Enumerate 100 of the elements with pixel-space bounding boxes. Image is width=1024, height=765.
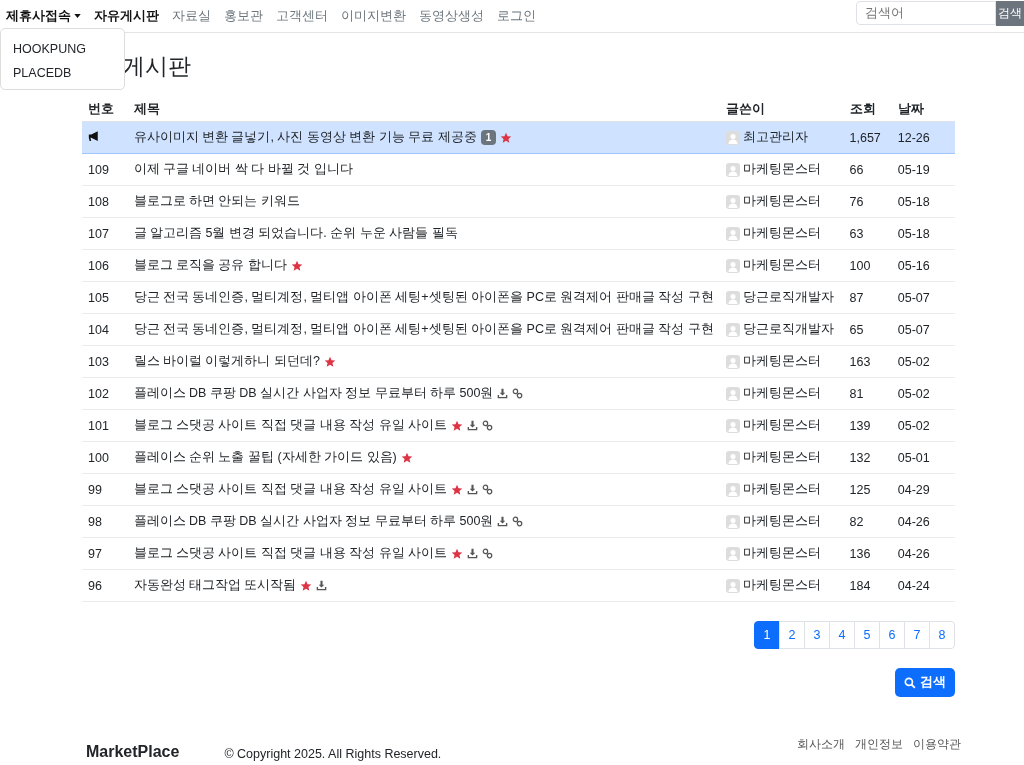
author-name: 당근로직개발자	[742, 289, 834, 306]
view-count: 163	[843, 345, 892, 378]
copyright-text: © Copyright 2025. All Rights Reserved.	[224, 747, 442, 761]
search-button[interactable]: 검색	[895, 668, 955, 697]
post-title[interactable]: 블로그로 하면 안되는 키워드	[133, 193, 300, 210]
column-header: 날짜	[891, 97, 955, 122]
page-link[interactable]: 7	[904, 621, 930, 649]
page-link[interactable]: 8	[929, 621, 955, 649]
author-name: 마케팅몬스터	[742, 417, 821, 434]
footer-link[interactable]: 회사소개	[797, 736, 845, 753]
post-number: 101	[88, 418, 109, 433]
column-header: 글쓴이	[719, 97, 844, 122]
avatar-icon	[725, 194, 740, 209]
avatar-icon	[725, 290, 740, 305]
author-name: 마케팅몬스터	[742, 545, 821, 562]
view-count: 63	[843, 217, 892, 250]
post-title[interactable]: 당근 전국 동네인증, 멀티계정, 멀티앱 아이폰 세팅+셋팅된 아이폰을 PC로 원격제어 판매글 작성 구현	[133, 321, 714, 338]
post-date: 04-24	[891, 569, 955, 602]
search-button[interactable]: 검색	[996, 0, 1024, 26]
column-header: 제목	[127, 97, 720, 122]
dropdown-item[interactable]: HOOKPUNG	[1, 37, 124, 61]
page-link[interactable]: 2	[779, 621, 805, 649]
author-name: 당근로직개발자	[742, 321, 834, 338]
nav-link[interactable]: 자료실	[172, 7, 211, 25]
nav-link[interactable]: 로그인	[497, 7, 536, 25]
dropdown-item[interactable]: PLACEDB	[1, 61, 124, 85]
author-name: 마케팅몬스터	[742, 257, 821, 274]
post-number: 99	[88, 482, 102, 497]
page-link[interactable]: 4	[829, 621, 855, 649]
avatar-icon	[725, 482, 740, 497]
avatar-icon	[725, 322, 740, 337]
post-number: 102	[88, 386, 109, 401]
author-name: 마케팅몬스터	[742, 161, 821, 178]
post-title[interactable]: 블로그 스댓공 사이트 직접 댓글 내용 작성 유일 사이트	[133, 417, 448, 434]
nav-link[interactable]: 이미지변환	[341, 7, 406, 25]
page-link[interactable]: 3	[804, 621, 830, 649]
view-count: 1,657	[843, 121, 892, 154]
footer-link[interactable]: 개인정보	[855, 736, 903, 753]
post-date: 05-01	[891, 441, 955, 474]
post-date: 05-18	[891, 217, 955, 250]
post-title[interactable]: 글 알고리즘 5월 변경 되었습니다. 순위 누운 사람들 필독	[133, 225, 458, 242]
post-title[interactable]: 플레이스 순위 노출 꿀팁 (자세한 가이드 있음)	[133, 449, 397, 466]
page-link[interactable]: 6	[879, 621, 905, 649]
post-title[interactable]: 블로그 로직을 공유 합니다	[133, 257, 287, 274]
post-title[interactable]: 플레이스 DB 쿠팡 DB 실시간 사업자 정보 무료부터 하루 500원	[133, 513, 494, 530]
page-title: 게시판	[122, 52, 192, 81]
post-title[interactable]: 자동완성 태그작업 또시작됨	[133, 577, 297, 594]
avatar-icon	[725, 386, 740, 401]
post-number: 98	[88, 514, 102, 529]
post-number: 96	[88, 578, 102, 593]
author-name: 마케팅몬스터	[742, 481, 821, 498]
post-number: 97	[88, 546, 102, 561]
post-title[interactable]: 당근 전국 동네인증, 멀티계정, 멀티앱 아이폰 세팅+셋팅된 아이폰을 PC로 원격제어 판매글 작성 구현	[133, 289, 714, 306]
post-title[interactable]: 유사이미지 변환 글넣기, 사진 동영상 변환 기능 무료 제공중	[133, 129, 477, 146]
post-date: 05-02	[891, 345, 955, 378]
author-name: 마케팅몬스터	[742, 577, 821, 594]
author-name: 마케팅몬스터	[742, 193, 821, 210]
search-field[interactable]: 검색어	[856, 1, 996, 25]
avatar-icon	[725, 354, 740, 369]
avatar-icon	[725, 546, 740, 561]
page-link[interactable]: 5	[854, 621, 880, 649]
view-count: 125	[843, 473, 892, 506]
nav-link[interactable]: 동영상생성	[419, 7, 484, 25]
view-count: 139	[843, 409, 892, 442]
nav-link[interactable]: 홍보관	[224, 7, 263, 25]
post-number: 108	[88, 194, 109, 209]
post-date: 05-07	[891, 313, 955, 346]
author-name: 마케팅몬스터	[742, 225, 821, 242]
post-title[interactable]: 릴스 바이럴 이렇게하니 되던데?	[133, 353, 320, 370]
avatar-icon	[725, 418, 740, 433]
post-title[interactable]: 블로그 스댓공 사이트 직접 댓글 내용 작성 유일 사이트	[133, 545, 448, 562]
post-date: 05-16	[891, 249, 955, 282]
view-count: 66	[843, 153, 892, 186]
view-count: 132	[843, 441, 892, 474]
nav-link[interactable]: 자유게시판	[94, 7, 159, 25]
footer-link[interactable]: 이용약관	[913, 736, 961, 753]
post-title[interactable]: 이제 구글 네이버 싹 다 바뀔 것 입니다	[133, 161, 353, 178]
view-count: 76	[843, 185, 892, 218]
post-title[interactable]: 블로그 스댓공 사이트 직접 댓글 내용 작성 유일 사이트	[133, 481, 448, 498]
post-date: 04-26	[891, 537, 955, 570]
post-date: 04-26	[891, 505, 955, 538]
post-number: 104	[88, 322, 109, 337]
view-count: 136	[843, 537, 892, 570]
comment-count: 1	[480, 130, 497, 145]
nav-link[interactable]: 고객센터	[276, 7, 328, 25]
nav-dropdown[interactable]: 제휴사접속	[6, 7, 81, 25]
view-count: 184	[843, 569, 892, 602]
megaphone-icon	[88, 130, 101, 142]
page-link[interactable]: 1	[754, 621, 780, 649]
post-number: 106	[88, 258, 109, 273]
post-date: 05-07	[891, 281, 955, 314]
post-date: 05-02	[891, 409, 955, 442]
post-number: 100	[88, 450, 109, 465]
avatar-icon	[725, 130, 740, 145]
search-icon	[904, 676, 916, 689]
avatar-icon	[725, 514, 740, 529]
author-name: 마케팅몬스터	[742, 513, 821, 530]
view-count: 100	[843, 249, 892, 282]
post-title[interactable]: 플레이스 DB 쿠팡 DB 실시간 사업자 정보 무료부터 하루 500원	[133, 385, 494, 402]
avatar-icon	[725, 162, 740, 177]
